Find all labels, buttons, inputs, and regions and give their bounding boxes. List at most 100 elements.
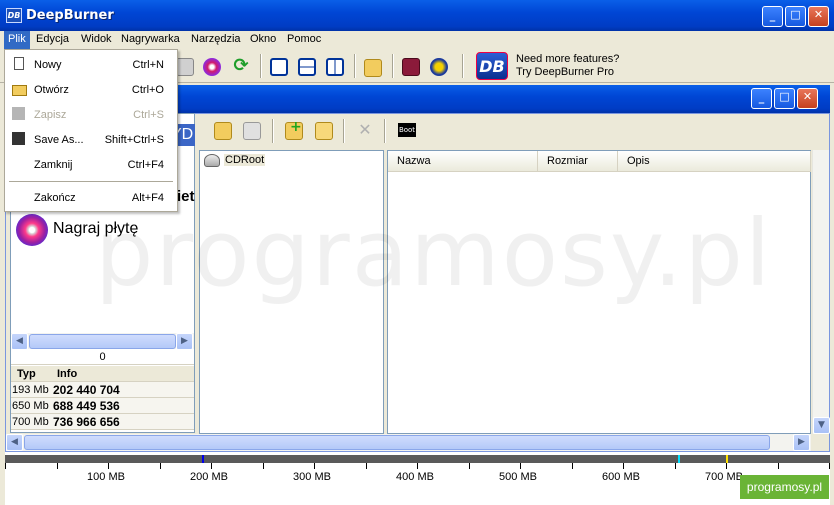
burn-disc-icon[interactable] — [203, 58, 221, 76]
about-icon[interactable] — [430, 58, 448, 76]
maximize-button[interactable]: □ — [785, 6, 806, 27]
menu-widok[interactable]: Widok — [81, 33, 112, 45]
panel-partial-label: iet — [177, 188, 195, 205]
burn-disc-large-icon[interactable] — [16, 214, 48, 246]
file-menu-dropdown: Nowy Ctrl+N Otwórz Ctrl+O Zapisz Ctrl+S … — [4, 49, 178, 212]
menu-item-exit[interactable]: Zakończ Alt+F4 — [5, 187, 177, 209]
ruler-tick — [777, 463, 779, 469]
promo-line-2[interactable]: Try DeepBurner Pro — [516, 66, 614, 78]
ruler-tick — [56, 463, 58, 469]
app-logo-icon: DB — [6, 8, 22, 23]
table-row: 700 Mb 736 966 656 — [11, 414, 194, 430]
print-icon[interactable] — [176, 58, 194, 76]
boot-icon[interactable]: Boot — [398, 123, 416, 137]
column-type[interactable]: Typ — [17, 368, 55, 380]
delete-icon[interactable]: ✕ — [356, 121, 374, 139]
ruler-tick — [5, 463, 6, 469]
child-maximize-button[interactable]: □ — [774, 88, 795, 109]
marker-193mb — [202, 455, 204, 463]
folder-icon[interactable] — [364, 59, 382, 77]
ruler-tick — [674, 463, 676, 469]
watermark-badge: programosy.pl — [740, 475, 829, 499]
menu-bar: Plik Edycja Widok Nagrywarka Narzędzia O… — [0, 31, 834, 49]
menu-edycja[interactable]: Edycja — [36, 33, 69, 45]
minimize-button[interactable]: _ — [762, 6, 783, 27]
menu-separator — [9, 181, 173, 182]
project-hscroll[interactable]: ◀ ▶ — [6, 434, 811, 451]
ruler-label: 300 MB — [293, 471, 331, 483]
counter-value: 0 — [99, 351, 106, 363]
burn-disc-link[interactable]: Nagraj płytę — [53, 220, 138, 238]
scroll-right-icon[interactable]: ▶ — [176, 333, 193, 350]
open-project-icon[interactable] — [214, 122, 232, 140]
ruler-tick — [211, 463, 212, 469]
column-name[interactable]: Nazwa — [388, 151, 538, 172]
column-info[interactable]: Info — [57, 368, 77, 380]
menu-narzedzia[interactable]: Narzędzia — [191, 33, 241, 45]
ruler-label: 600 MB — [602, 471, 640, 483]
scroll-left-icon[interactable]: ◀ — [6, 434, 23, 451]
scroll-right-icon[interactable]: ▶ — [793, 434, 810, 451]
scroll-thumb[interactable] — [29, 334, 176, 349]
ruler-tick — [726, 463, 727, 469]
deepburner-pro-logo[interactable]: DB — [476, 52, 508, 80]
ruler-tick — [159, 463, 161, 469]
help-book-icon[interactable] — [402, 58, 420, 76]
save-icon — [12, 107, 25, 120]
capacity-bar — [5, 455, 830, 463]
cd-drive-icon — [204, 154, 220, 167]
file-list[interactable]: Nazwa Rozmiar Opis — [387, 150, 811, 434]
menu-pomoc[interactable]: Pomoc — [287, 33, 321, 45]
disc-size-counter: 0 — [11, 349, 194, 365]
project-window-titlebar: _ □ ✕ — [178, 85, 830, 113]
new-folder-icon[interactable]: + — [285, 119, 303, 140]
column-description[interactable]: Opis — [618, 151, 811, 172]
new-file-icon — [14, 57, 24, 70]
scroll-down-icon[interactable]: ▼ — [813, 417, 830, 434]
menu-item-save-as[interactable]: Save As... Shift+Ctrl+S — [5, 129, 177, 151]
add-files-icon[interactable] — [315, 122, 333, 140]
child-minimize-button[interactable]: _ — [751, 88, 772, 109]
folder-tree[interactable]: CDRoot — [199, 150, 384, 434]
task-panel-hscroll[interactable]: ◀ ▶ — [11, 333, 194, 350]
ruler-label: 400 MB — [396, 471, 434, 483]
ruler-tick — [520, 463, 521, 469]
ruler-label: 500 MB — [499, 471, 537, 483]
ruler-tick — [262, 463, 264, 469]
file-list-vscroll[interactable]: ▼ — [812, 150, 830, 434]
title-bar: DB DeepBurner _ □ ✕ — [0, 0, 834, 31]
ruler-tick — [365, 463, 367, 469]
menu-plik[interactable]: Plik — [4, 31, 30, 49]
table-row: 193 Mb 202 440 704 — [11, 382, 194, 398]
scroll-left-icon[interactable]: ◀ — [11, 333, 28, 350]
window-title: DeepBurner — [26, 8, 114, 23]
tile-horizontal-icon[interactable] — [298, 58, 316, 76]
promo-line-1[interactable]: Need more features? — [516, 53, 619, 65]
ruler-tick — [623, 463, 624, 469]
ruler-tick — [108, 463, 109, 469]
tree-node-cdroot[interactable]: CDRoot — [224, 154, 266, 166]
close-button[interactable]: ✕ — [808, 6, 829, 27]
ruler-tick — [417, 463, 418, 469]
table-header: Typ Info — [11, 366, 194, 382]
tile-vertical-icon[interactable] — [326, 58, 344, 76]
capacity-ruler: 100 MB 200 MB 300 MB 400 MB 500 MB 600 MB 700 … — [5, 452, 830, 505]
open-folder-icon — [12, 85, 27, 96]
marker-650mb — [678, 455, 680, 463]
save-project-icon[interactable] — [243, 122, 261, 140]
marker-700mb — [726, 455, 728, 463]
menu-nagrywarka[interactable]: Nagrywarka — [121, 33, 180, 45]
column-size[interactable]: Rozmiar — [538, 151, 618, 172]
refresh-icon[interactable]: ⟳ — [232, 57, 250, 75]
menu-okno[interactable]: Okno — [250, 33, 276, 45]
cascade-windows-icon[interactable] — [270, 58, 288, 76]
menu-item-close[interactable]: Zamknij Ctrl+F4 — [5, 154, 177, 176]
menu-item-save[interactable]: Zapisz Ctrl+S — [5, 104, 177, 126]
scroll-thumb[interactable] — [24, 435, 770, 450]
child-close-button[interactable]: ✕ — [797, 88, 818, 109]
ruler-tick — [571, 463, 573, 469]
ruler-tick — [468, 463, 470, 469]
menu-item-new[interactable]: Nowy Ctrl+N — [5, 54, 177, 76]
save-as-icon — [12, 132, 25, 145]
menu-item-open[interactable]: Otwórz Ctrl+O — [5, 79, 177, 101]
